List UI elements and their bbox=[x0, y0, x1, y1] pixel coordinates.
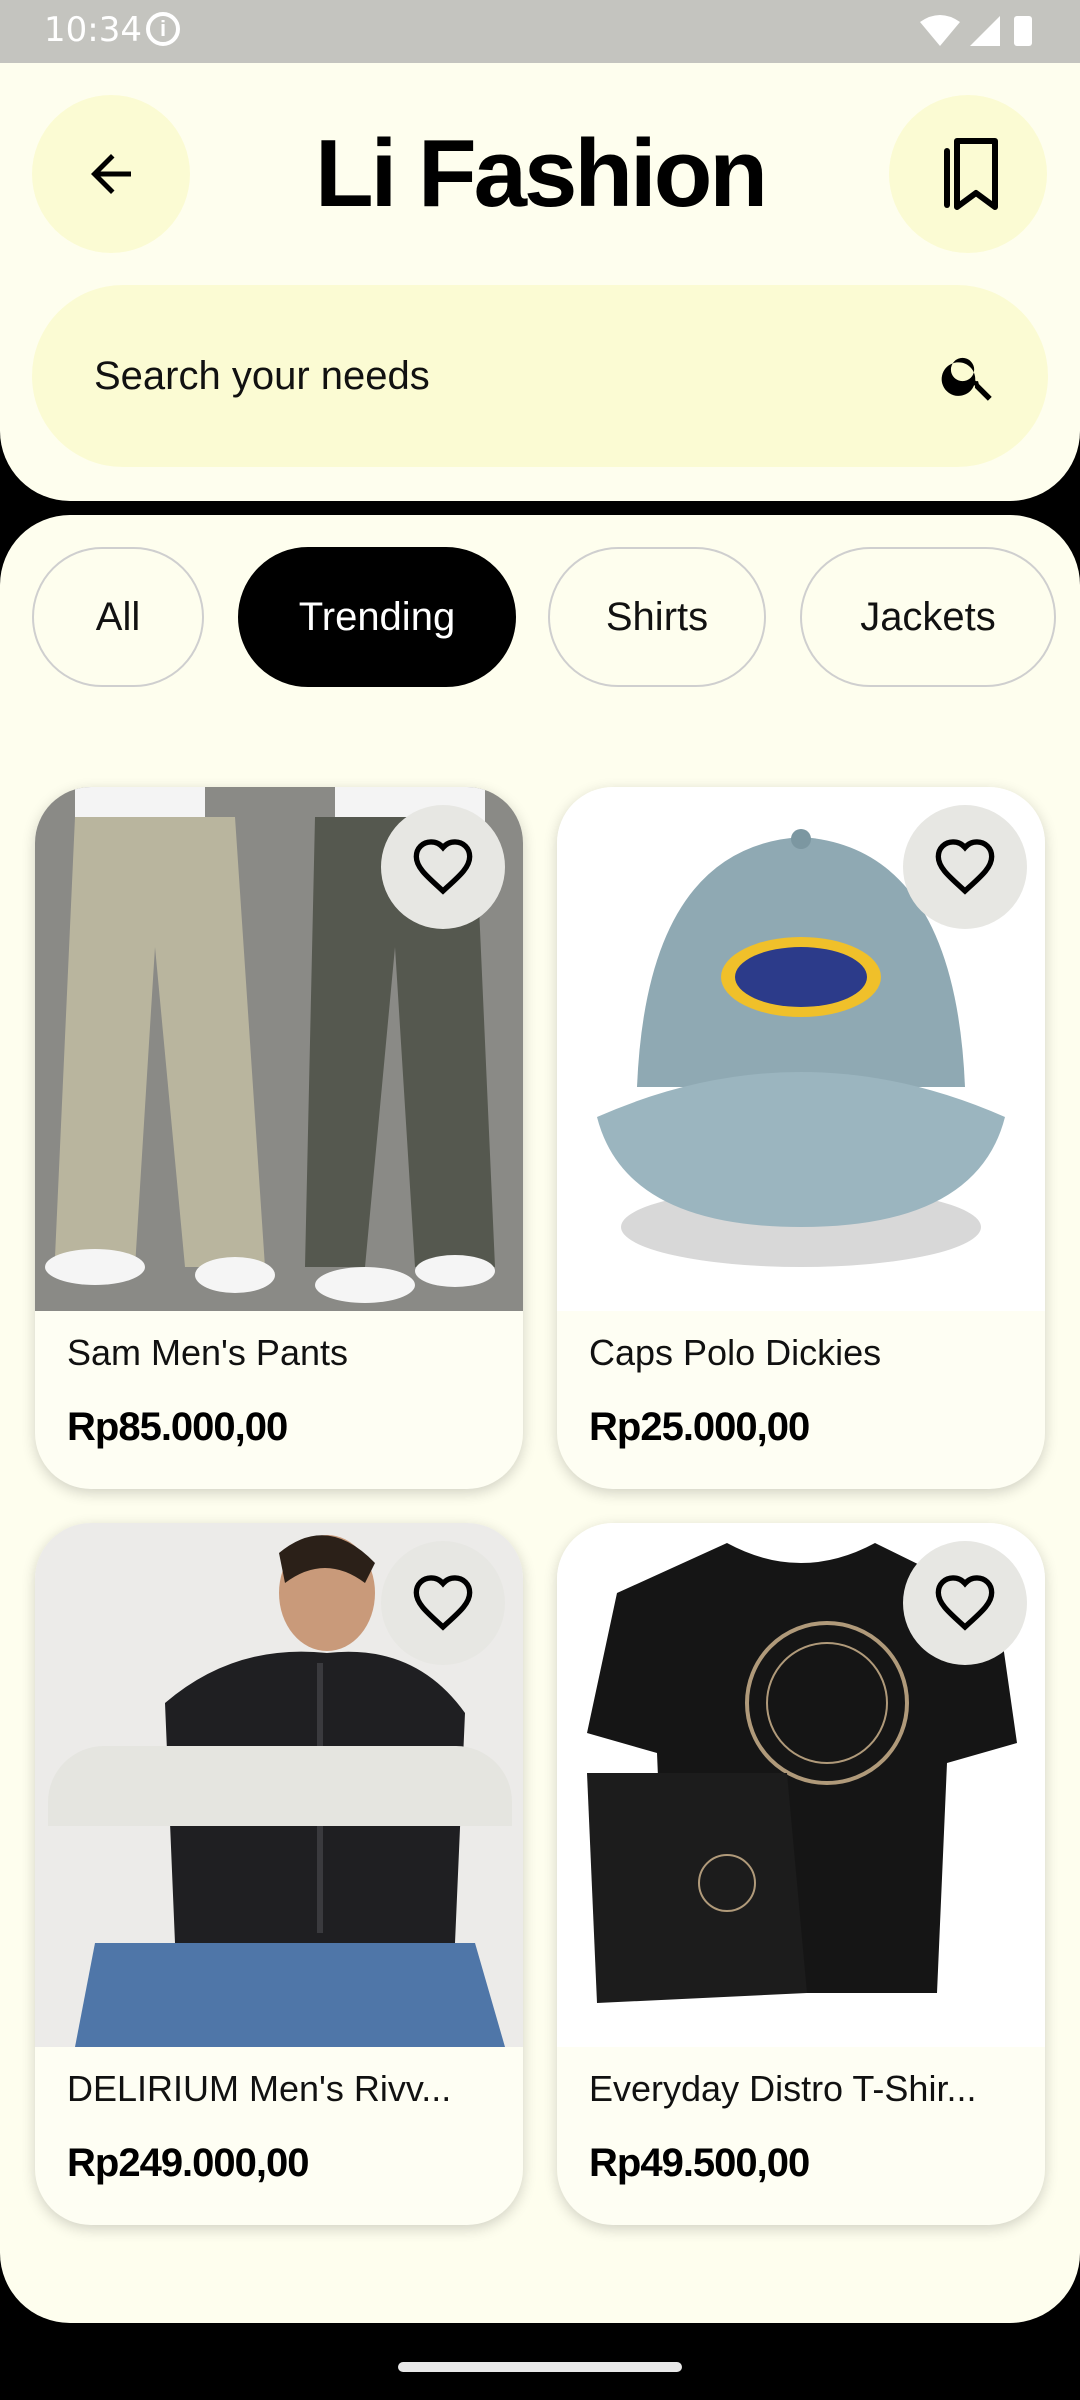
heart-icon bbox=[413, 839, 473, 895]
product-card[interactable]: Sam Men's Pants Rp85.000,00 bbox=[35, 787, 523, 1489]
status-icons bbox=[918, 12, 1038, 57]
chip-trending[interactable]: Trending bbox=[238, 547, 516, 687]
product-price: Rp49.500,00 bbox=[589, 2141, 810, 2185]
product-name: Everyday Distro T-Shir... bbox=[589, 2068, 977, 2109]
category-chips: All Trending Shirts Jackets bbox=[32, 547, 1080, 691]
chip-shirts[interactable]: Shirts bbox=[548, 547, 766, 687]
chip-jackets[interactable]: Jackets bbox=[800, 547, 1056, 687]
product-card[interactable]: Everyday Distro T-Shir... Rp49.500,00 bbox=[557, 1523, 1045, 2225]
product-price: Rp85.000,00 bbox=[67, 1405, 288, 1449]
info-icon: i bbox=[146, 12, 180, 46]
heart-icon bbox=[935, 839, 995, 895]
product-price: Rp25.000,00 bbox=[589, 1405, 810, 1449]
search-bar[interactable]: Search your needs bbox=[32, 285, 1048, 467]
heart-icon bbox=[413, 1575, 473, 1631]
product-price: Rp249.000,00 bbox=[67, 2141, 310, 2185]
header: Li Fashion Search your needs bbox=[0, 63, 1080, 501]
chip-all[interactable]: All bbox=[32, 547, 204, 687]
search-input[interactable]: Search your needs bbox=[94, 285, 430, 467]
favorite-button[interactable] bbox=[381, 805, 505, 929]
home-gesture-handle[interactable] bbox=[398, 2362, 682, 2372]
bookmarks-icon bbox=[944, 138, 998, 210]
battery-icon bbox=[1014, 16, 1032, 46]
favorite-button[interactable] bbox=[903, 805, 1027, 929]
product-name: Sam Men's Pants bbox=[67, 1332, 348, 1373]
search-icon bbox=[941, 357, 992, 401]
product-name: DELIRIUM Men's Rivv... bbox=[67, 2068, 452, 2109]
favorite-button[interactable] bbox=[381, 1541, 505, 1665]
bookmarks-button[interactable] bbox=[889, 95, 1047, 253]
signal-icon bbox=[970, 16, 1000, 46]
next-product-card-peek bbox=[48, 1746, 512, 1826]
product-name: Caps Polo Dickies bbox=[589, 1332, 882, 1373]
status-time: 10:34 bbox=[44, 10, 142, 50]
product-card[interactable]: Caps Polo Dickies Rp25.000,00 bbox=[557, 787, 1045, 1489]
product-card[interactable]: DELIRIUM Men's Rivv... Rp249.000,00 bbox=[35, 1523, 523, 2225]
heart-icon bbox=[935, 1575, 995, 1631]
wifi-icon bbox=[920, 15, 960, 46]
content-panel: All Trending Shirts Jackets Sam Men's Pa… bbox=[0, 515, 1080, 2323]
favorite-button[interactable] bbox=[903, 1541, 1027, 1665]
status-bar: 10:34 i bbox=[0, 0, 1080, 63]
